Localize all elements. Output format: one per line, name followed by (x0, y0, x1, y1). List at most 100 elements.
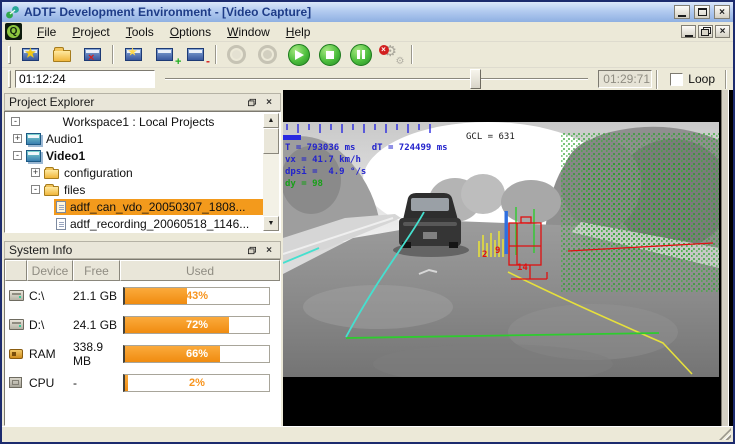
free-value: 24.1 GB (73, 318, 123, 332)
toolbar-separator (112, 45, 114, 64)
telemetry-speed-text: vx = 41.7 km/h (285, 155, 361, 165)
menu-help[interactable]: Help (278, 23, 319, 41)
tree-item-label: adtf_recording_20060518_1146... (70, 217, 249, 231)
system-info-close-button[interactable]: × (262, 244, 276, 257)
close-button[interactable]: × (714, 5, 730, 19)
seek-slider[interactable] (165, 69, 588, 89)
new-window-button[interactable]: ★ (118, 43, 149, 66)
tree-item-file[interactable]: adtf_recording_20060518_1146... (6, 215, 263, 232)
close-icon: × (719, 7, 725, 18)
maximize-icon (698, 8, 707, 16)
play-button[interactable] (283, 43, 314, 66)
mdi-restore-icon (701, 27, 711, 36)
tree-scrollbar[interactable]: ▲ ▼ (263, 113, 279, 231)
usage-bar-track: 66% (123, 345, 270, 363)
elapsed-time-field[interactable]: 01:12:24 (15, 70, 155, 88)
seek-handle[interactable] (470, 69, 481, 89)
transport-separator (656, 70, 658, 89)
mdi-restore-button[interactable] (698, 25, 713, 38)
expander-icon[interactable]: + (31, 168, 40, 177)
viewport-frame-edge (721, 90, 729, 426)
open-project-button[interactable] (46, 43, 77, 66)
menu-tools[interactable]: Tools (118, 23, 162, 41)
seek-button[interactable] (221, 43, 252, 66)
abort-icon: ⚙⚙× (381, 44, 403, 66)
free-value: 338.9 MB (73, 340, 123, 368)
project-explorer-close-button[interactable]: × (262, 96, 276, 109)
record-icon (258, 45, 277, 64)
new-project-button[interactable]: ★ (15, 43, 46, 66)
cpu-icon (9, 377, 22, 388)
device-name: RAM (29, 347, 73, 361)
adtf-main-window: ADTF Development Environment - [Video Ca… (0, 0, 735, 444)
file-icon (56, 218, 66, 230)
free-value: - (73, 376, 123, 390)
tree-item-configuration[interactable]: + configuration (6, 164, 263, 181)
scroll-down-icon[interactable]: ▼ (263, 216, 279, 231)
video-viewport[interactable]: GCL = 631 T = 793036 ms dT = 724499 ms v… (283, 90, 733, 426)
toolbar-separator (215, 45, 217, 64)
expander-icon[interactable]: + (13, 134, 22, 143)
menu-window[interactable]: Window (219, 23, 278, 41)
seek-track[interactable] (165, 78, 588, 80)
tree-item-video1[interactable]: - Video1 (6, 147, 263, 164)
loop-label[interactable]: Loop (688, 72, 715, 86)
abort-button[interactable]: ⚙⚙× (376, 43, 407, 66)
detach-filter-icon: - (187, 48, 204, 61)
scroll-up-icon[interactable]: ▲ (263, 113, 279, 128)
maximize-button[interactable] (694, 5, 710, 19)
record-button[interactable] (252, 43, 283, 66)
project-icon (26, 133, 41, 145)
video-frame: GCL = 631 T = 793036 ms dT = 724499 ms v… (283, 122, 719, 377)
column-header-device[interactable]: Device (27, 260, 73, 281)
close-project-button[interactable]: × (77, 43, 108, 66)
tree-item-audio1[interactable]: + Audio1 (6, 130, 263, 147)
column-header-icon[interactable] (5, 260, 27, 281)
pause-button[interactable] (345, 43, 376, 66)
minimize-button[interactable] (674, 5, 690, 19)
detach-filter-button[interactable]: - (180, 43, 211, 66)
system-info-float-button[interactable] (245, 244, 259, 257)
mdi-close-button[interactable]: × (715, 25, 730, 38)
stop-button[interactable] (314, 43, 345, 66)
usage-bar-track: 43% (123, 287, 270, 305)
usage-bar-track: 72% (123, 316, 270, 334)
minimize-icon (678, 15, 686, 17)
mdi-minimize-icon (685, 35, 693, 37)
titlebar[interactable]: ADTF Development Environment - [Video Ca… (2, 2, 733, 22)
tree-item-files[interactable]: - files (6, 181, 263, 198)
folder-icon (44, 169, 59, 179)
menu-project[interactable]: Project (64, 23, 117, 41)
float-icon (248, 98, 256, 105)
panel-splitter[interactable] (4, 233, 281, 241)
tree-item-label: Video1 (46, 149, 85, 163)
scrollbar-thumb[interactable] (263, 128, 279, 154)
expander-icon[interactable]: - (11, 117, 20, 126)
expander-icon[interactable]: - (31, 185, 40, 194)
menu-file[interactable]: File (29, 23, 64, 41)
resize-grip-icon[interactable] (719, 428, 731, 440)
play-icon (288, 44, 310, 66)
hard-drive-icon (9, 290, 24, 301)
app-menu-button[interactable]: Q (5, 23, 22, 40)
transport-grip[interactable] (8, 70, 11, 88)
project-explorer-header: Project Explorer × (4, 93, 281, 111)
toolbar-grip[interactable] (8, 46, 11, 64)
column-header-used[interactable]: Used (120, 260, 280, 281)
column-header-free[interactable]: Free (73, 260, 120, 281)
tree-item-workspace[interactable]: - Workspace1 : Local Projects (6, 113, 263, 130)
loop-checkbox[interactable] (670, 73, 683, 86)
attach-filter-button[interactable]: + (149, 43, 180, 66)
toolbar-separator (411, 45, 413, 64)
tree-item-file-selected[interactable]: adtf_can_vdo_20050307_1808... (6, 198, 263, 215)
expander-icon[interactable]: - (13, 151, 22, 160)
tree-item-label: Audio1 (46, 132, 83, 146)
device-name: C:\ (29, 289, 73, 303)
table-row-ram: RAM 338.9 MB 66% (5, 339, 280, 368)
project-explorer-float-button[interactable] (245, 96, 259, 109)
statusbar (2, 426, 733, 442)
table-row-cpu: CPU - 2% (5, 368, 280, 397)
app-icon (5, 5, 20, 20)
menu-options[interactable]: Options (162, 23, 219, 41)
mdi-minimize-button[interactable] (681, 25, 696, 38)
